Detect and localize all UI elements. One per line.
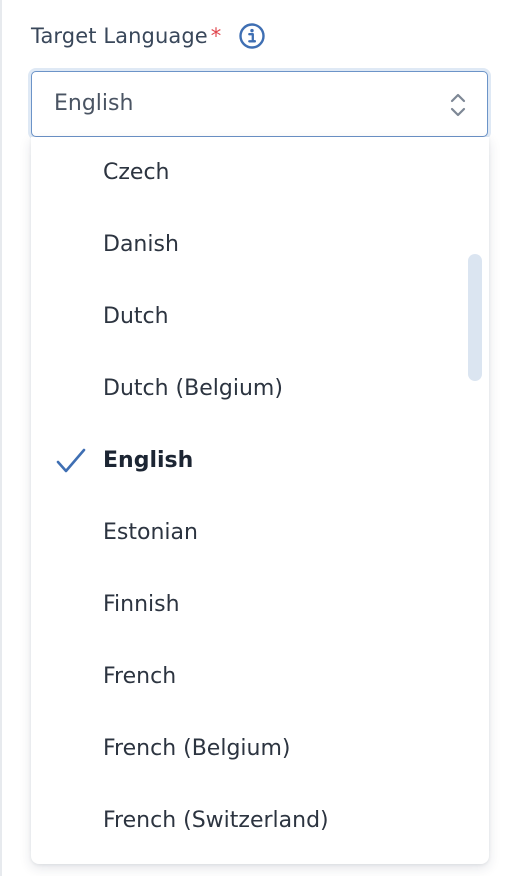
option-label: Finnish bbox=[103, 592, 180, 617]
language-option-english[interactable]: English bbox=[31, 425, 461, 497]
checkmark-icon bbox=[55, 445, 87, 477]
option-label: French (Belgium) bbox=[103, 736, 291, 761]
language-option-french[interactable]: French bbox=[31, 641, 461, 713]
language-option-dutch[interactable]: Dutch bbox=[31, 281, 461, 353]
scrollbar-thumb[interactable] bbox=[468, 254, 482, 381]
language-dropdown-list[interactable]: Czech Danish Dutch Dutch (Belgium) Engli… bbox=[31, 137, 489, 864]
info-icon[interactable] bbox=[238, 22, 266, 50]
target-language-selected-value: English bbox=[54, 91, 134, 116]
language-option-dutch-belgium[interactable]: Dutch (Belgium) bbox=[31, 353, 461, 425]
target-language-select[interactable]: English bbox=[31, 71, 488, 137]
target-language-label: Target Language bbox=[31, 24, 208, 48]
option-label: Dutch bbox=[103, 304, 169, 329]
language-option-french-belgium[interactable]: French (Belgium) bbox=[31, 713, 461, 785]
option-label: French bbox=[103, 664, 177, 689]
option-label: Dutch (Belgium) bbox=[103, 376, 283, 401]
language-option-danish[interactable]: Danish bbox=[31, 209, 461, 281]
option-label: Danish bbox=[103, 232, 179, 257]
chevron-up-down-icon bbox=[448, 91, 468, 119]
language-option-french-switzerland[interactable]: French (Switzerland) bbox=[31, 785, 461, 857]
option-label: French (Switzerland) bbox=[103, 808, 329, 833]
language-option-estonian[interactable]: Estonian bbox=[31, 497, 461, 569]
language-option-czech[interactable]: Czech bbox=[31, 137, 461, 209]
option-label: English bbox=[103, 448, 194, 473]
panel-left-border bbox=[0, 0, 2, 876]
option-label: Czech bbox=[103, 160, 170, 185]
option-label: Estonian bbox=[103, 520, 198, 545]
language-option-finnish[interactable]: Finnish bbox=[31, 569, 461, 641]
required-marker: * bbox=[210, 24, 222, 48]
target-language-label-row: Target Language * bbox=[31, 20, 266, 52]
